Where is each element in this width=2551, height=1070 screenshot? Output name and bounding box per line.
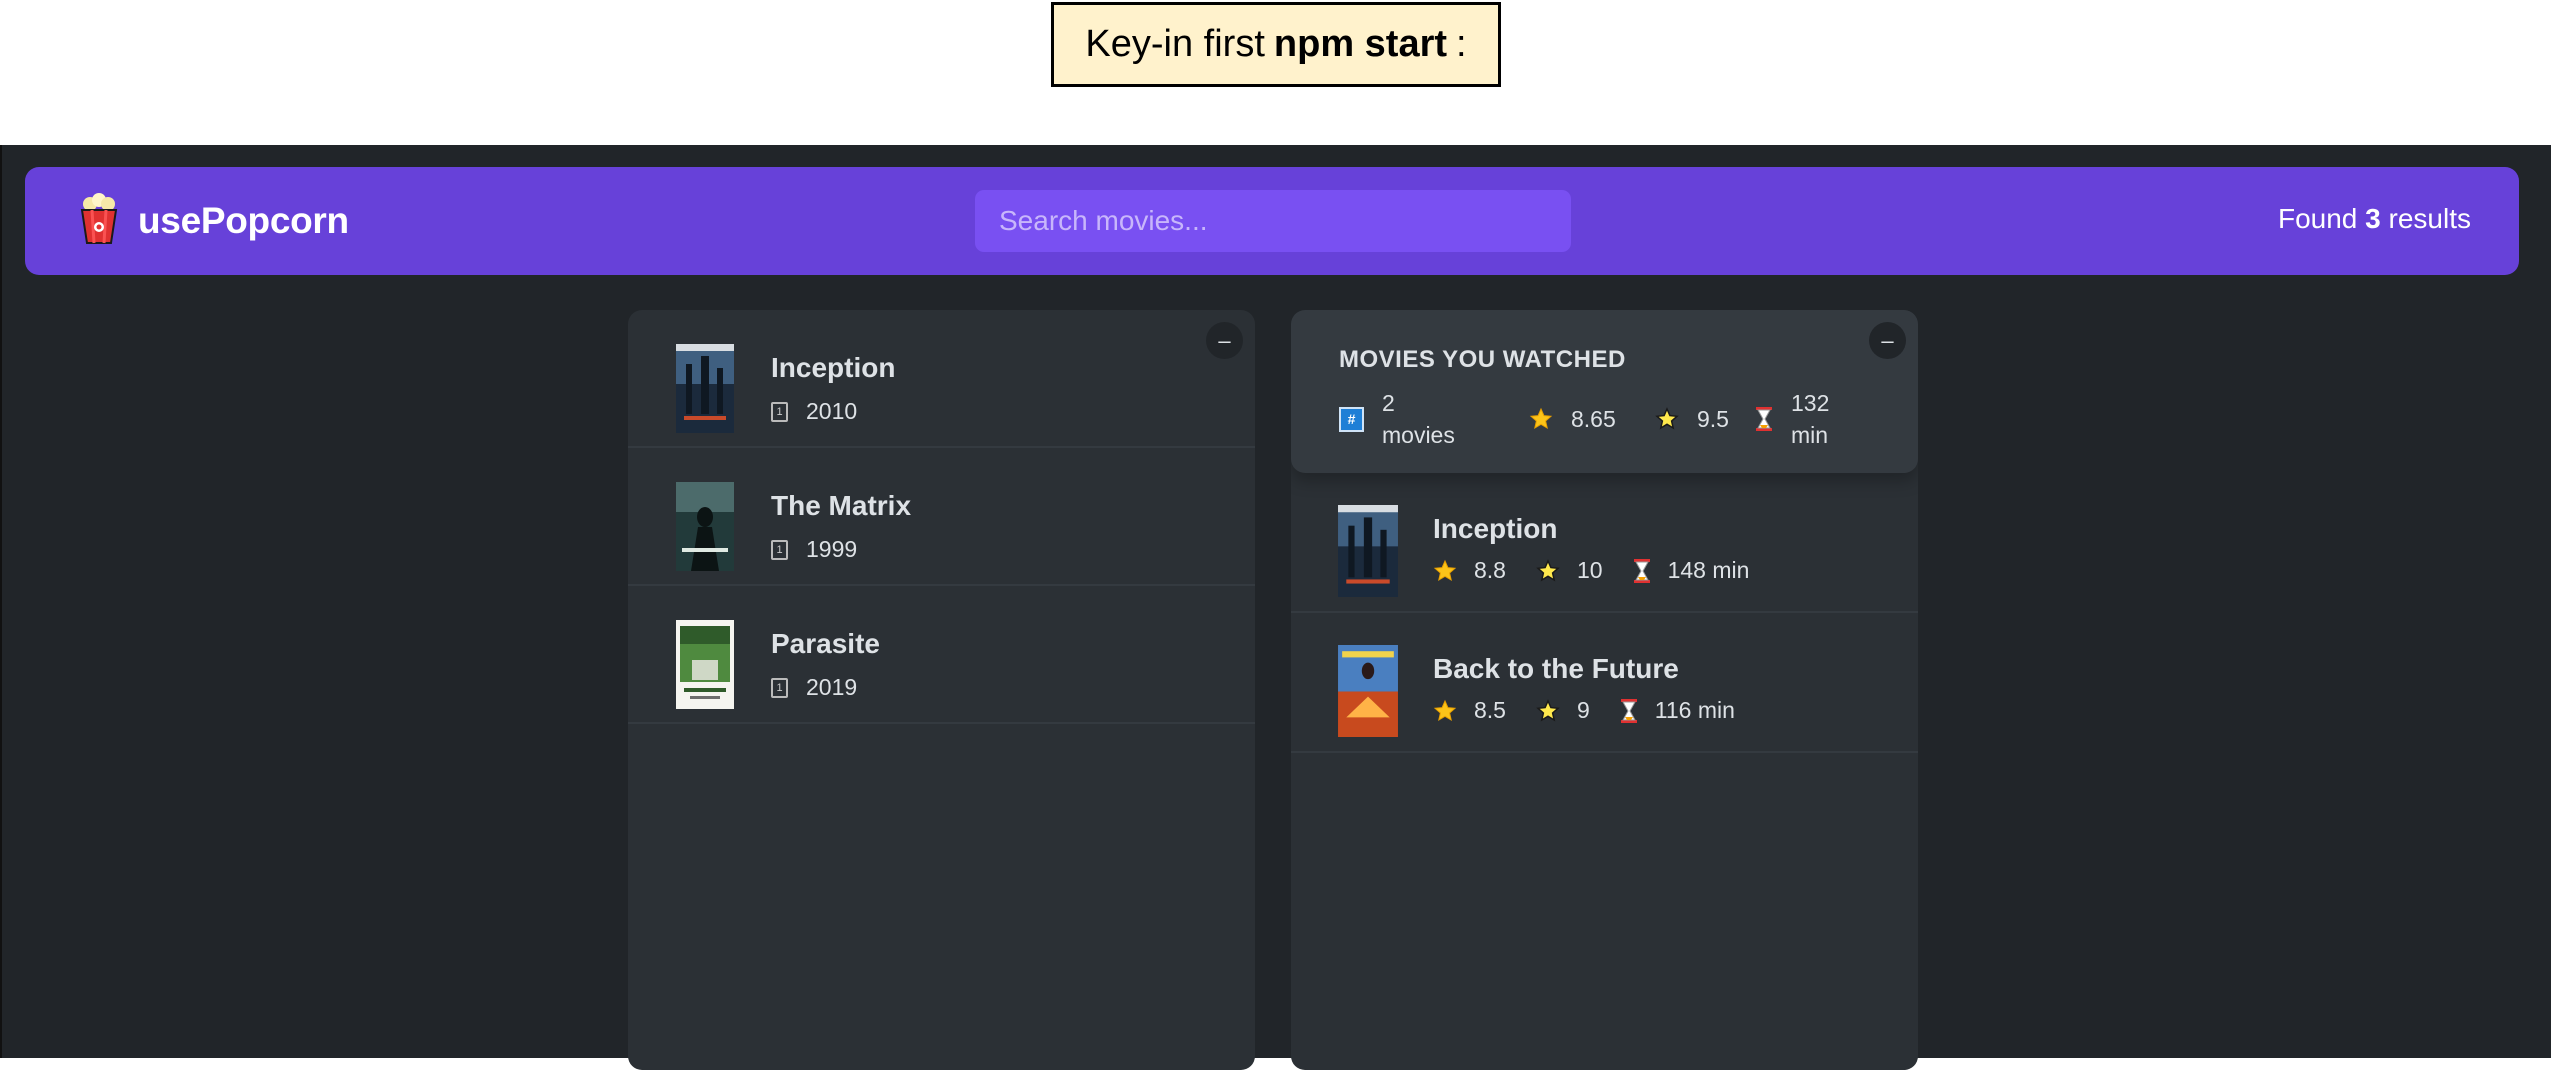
app-name: usePopcorn [138,200,349,241]
collapse-results-button[interactable]: – [1206,322,1243,359]
found-prefix: Found [2277,203,2358,234]
watched-stats: 8.8 10 148 min [1433,557,1779,584]
watched-title: Back to the Future [1433,653,1679,684]
imdb-rating: 8.8 [1433,557,1506,584]
count-unit: movies [1382,422,1455,448]
poster-the-matrix [676,482,734,571]
note-prefix: Key-in first [1085,23,1265,65]
summary-runtime: 132 min [1755,387,1829,451]
summary-heading: MOVIES YOU WATCHED [1339,346,1626,373]
poster-inception [676,344,734,433]
search-input[interactable] [975,190,1571,252]
movie-title: Parasite [771,628,880,659]
glowing-star-icon [1655,407,1679,431]
summary-count: # 2 movies [1339,387,1529,451]
poster-back-to-the-future [1338,645,1398,737]
count-number: 2 [1382,390,1395,416]
runtime-value: 116 min [1654,697,1735,723]
collapse-watched-button[interactable]: – [1869,322,1906,359]
movie-list-item[interactable]: Parasite 1 2019 [628,586,1255,724]
hourglass-icon [1620,698,1638,724]
poster-parasite [676,620,734,709]
found-number: 3 [2365,203,2381,234]
calendar-icon: 1 [771,677,788,698]
movie-list-item[interactable]: Inception 1 2010 [628,310,1255,448]
imdb-rating: 8.5 [1433,697,1506,724]
star-icon [1433,559,1457,583]
note-command: npm start [1273,23,1448,65]
note-suffix: : [1456,23,1467,65]
runtime-number: 132 [1791,390,1830,416]
search-results-box: – Inception 1 2010 The Matrix 1 1999 Par… [628,310,1255,1070]
glowing-star-icon [1536,698,1560,723]
poster-inception [1338,505,1398,597]
movie-year: 1 2010 [771,398,857,425]
imdb-value: 8.5 [1474,697,1506,723]
hash-icon: # [1339,406,1364,432]
movie-title: The Matrix [771,490,912,521]
watched-summary: MOVIES YOU WATCHED # 2 movies 8.65 9.5 1… [1291,310,1918,473]
watched-list-item[interactable]: Back to the Future 8.5 9 116 min [1291,613,1918,753]
runtime-unit: min [1791,422,1829,448]
watched-stats: 8.5 9 116 min [1433,697,1765,724]
summary-user-rating: 9.5 [1655,403,1755,435]
results-count: Found 3 results [2278,203,2471,235]
instruction-note: Key-in first npm start : [1051,2,1501,87]
watched-box: – MOVIES YOU WATCHED # 2 movies 8.65 9.5… [1291,310,1918,1070]
found-suffix: results [2388,203,2471,234]
star-icon [1529,407,1553,431]
user-value: 10 [1576,557,1603,583]
watched-title: Inception [1433,513,1558,544]
logo: usePopcorn [77,192,349,250]
runtime-text: 132 min [1791,387,1829,451]
avg-imdb-value: 8.65 [1571,406,1616,432]
year-value: 2010 [806,398,858,424]
movie-list-item[interactable]: The Matrix 1 1999 [628,448,1255,586]
summary-imdb-rating: 8.65 [1529,403,1655,435]
movie-title: Inception [771,352,896,383]
glowing-star-icon [1536,558,1560,583]
year-value: 2019 [806,674,858,700]
navbar: usePopcorn Found 3 results [25,167,2519,275]
imdb-value: 8.8 [1474,557,1506,583]
watched-list-item[interactable]: Inception 8.8 10 148 min [1291,473,1918,613]
app-screen: usePopcorn Found 3 results – [0,145,2551,1070]
runtime-value: 148 min [1667,557,1750,583]
calendar-icon: 1 [771,539,788,560]
movie-year: 1 1999 [771,536,857,563]
year-value: 1999 [806,536,858,562]
user-rating: 9 [1536,697,1590,724]
count-text: 2 movies [1382,387,1455,451]
calendar-icon: 1 [771,401,788,422]
user-rating: 10 [1536,557,1603,584]
avg-user-value: 9.5 [1697,406,1729,432]
popcorn-icon [77,192,121,250]
user-value: 9 [1576,697,1590,723]
hourglass-icon [1755,406,1773,432]
summary-stats: # 2 movies 8.65 9.5 132 min [1339,387,1829,451]
runtime: 116 min [1620,697,1735,724]
runtime: 148 min [1633,557,1750,584]
hourglass-icon [1633,558,1651,584]
star-icon [1433,699,1457,723]
movie-year: 1 2019 [771,674,857,701]
